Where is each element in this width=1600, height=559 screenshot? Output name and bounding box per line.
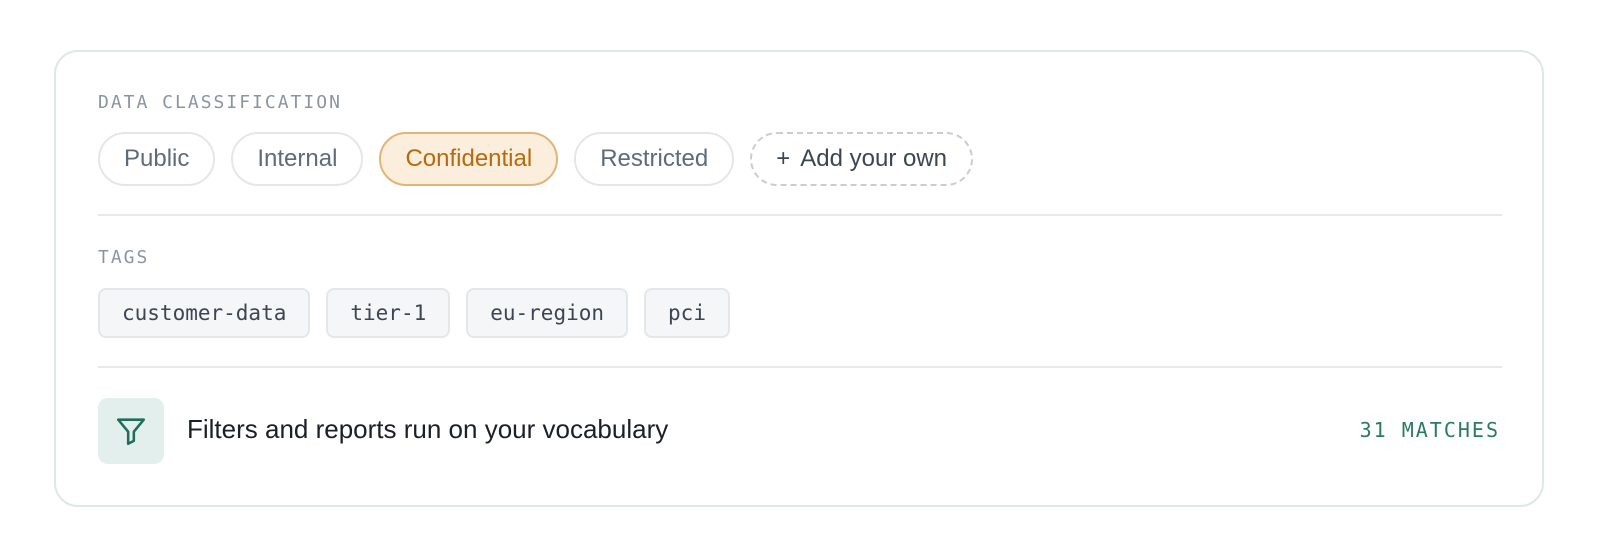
classification-card: DATA CLASSIFICATION Public Internal Conf… xyxy=(54,50,1544,507)
divider-top xyxy=(98,214,1502,216)
tags-label: TAGS xyxy=(98,247,150,268)
tag-customer-data[interactable]: customer-data xyxy=(98,288,311,338)
chip-restricted[interactable]: Restricted xyxy=(574,132,735,186)
plus-icon: + xyxy=(776,145,791,172)
vocabulary-message: Filters and reports run on your vocabula… xyxy=(187,414,669,444)
tag-tier-1[interactable]: tier-1 xyxy=(326,288,451,338)
add-your-own-button[interactable]: + Add your own xyxy=(750,132,974,186)
tag-eu-region[interactable]: eu-region xyxy=(466,288,629,338)
filter-icon-box xyxy=(98,398,164,464)
filter-icon xyxy=(116,418,146,446)
classification-options: Public Internal Confidential Restricted … xyxy=(98,132,974,186)
tags-list: customer-data tier-1 eu-region pci xyxy=(98,288,730,338)
matches-count: 31 MATCHES xyxy=(1359,418,1500,442)
tag-pci[interactable]: pci xyxy=(644,288,730,338)
chip-public[interactable]: Public xyxy=(98,132,216,186)
classification-label: DATA CLASSIFICATION xyxy=(98,92,342,113)
chip-confidential[interactable]: Confidential xyxy=(379,132,559,186)
chip-internal[interactable]: Internal xyxy=(231,132,364,186)
add-your-own-label: Add your own xyxy=(800,145,948,172)
divider-bottom xyxy=(98,366,1502,368)
